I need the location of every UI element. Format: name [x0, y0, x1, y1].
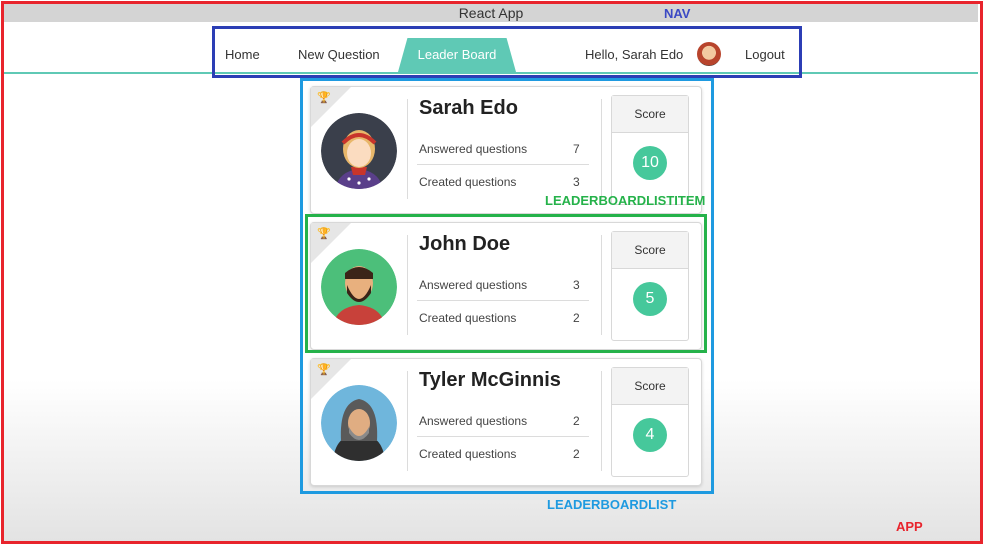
- list-annotation: LEADERBOARDLIST: [547, 497, 677, 512]
- app-annotation: APP: [896, 519, 923, 534]
- item-annotation: LEADERBOARDLISTITEM: [545, 193, 706, 208]
- nav-highlight-box: [212, 26, 802, 78]
- nav-annotation: NAV: [664, 6, 691, 21]
- leaderboard-item-highlight-box: [305, 214, 707, 353]
- window-title: React App: [4, 4, 978, 22]
